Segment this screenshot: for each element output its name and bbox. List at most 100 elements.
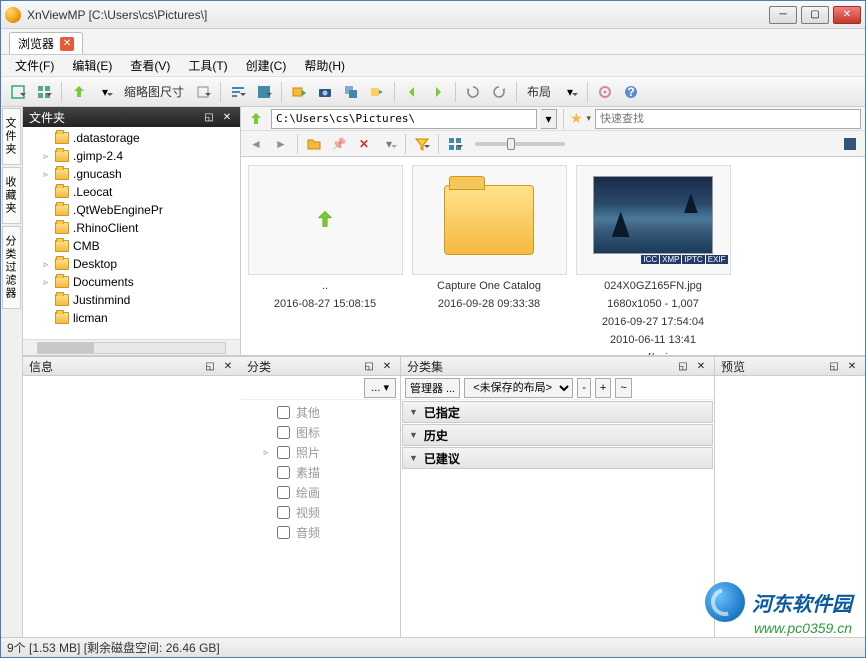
panel-close-icon[interactable]: ✕ xyxy=(845,359,859,373)
panel-close-icon[interactable]: ✕ xyxy=(694,359,708,373)
thumbnail-grid[interactable]: ..2016-08-27 15:08:15Capture One Catalog… xyxy=(241,157,865,355)
tree-item[interactable]: CMB xyxy=(23,237,240,255)
expand-icon[interactable] xyxy=(41,223,51,233)
expand-icon[interactable] xyxy=(261,527,271,537)
tab-close-icon[interactable]: ✕ xyxy=(60,37,74,51)
tree-item[interactable]: ▹.gnucash xyxy=(23,165,240,183)
filter-funnel-button[interactable] xyxy=(411,133,433,155)
panel-float-icon[interactable]: ◱ xyxy=(202,110,216,124)
filter-button[interactable] xyxy=(253,81,275,103)
favorite-dd-icon[interactable]: ▾ xyxy=(587,113,592,124)
tree-item[interactable]: ▹Desktop xyxy=(23,255,240,273)
pin-button[interactable]: 📌 xyxy=(328,133,350,155)
tree-item[interactable]: .RhinoClient xyxy=(23,219,240,237)
tree-item[interactable]: licman xyxy=(23,309,240,327)
category-item[interactable]: ▹照片 xyxy=(241,442,400,462)
close-button[interactable]: ✕ xyxy=(833,6,861,24)
layout-combo[interactable]: <未保存的布局> xyxy=(464,378,573,398)
convert-button[interactable] xyxy=(366,81,388,103)
delete-dd[interactable]: ▾ xyxy=(378,133,400,155)
manager-button[interactable]: 管理器 ... xyxy=(405,378,460,398)
address-input[interactable] xyxy=(271,109,537,129)
expand-icon[interactable] xyxy=(41,313,51,323)
expand-icon[interactable]: ▹ xyxy=(41,277,51,288)
minus-button[interactable]: - xyxy=(577,378,591,398)
expand-icon[interactable] xyxy=(41,133,51,143)
acquire-button[interactable] xyxy=(314,81,336,103)
category-checkbox[interactable] xyxy=(277,506,290,519)
thumb-view-dd[interactable] xyxy=(444,133,466,155)
expand-icon[interactable] xyxy=(261,507,271,517)
category-item[interactable]: 音频 xyxy=(241,522,400,542)
expand-icon[interactable] xyxy=(261,467,271,477)
address-history-dd[interactable]: ▾ xyxy=(541,109,557,129)
panel-float-icon[interactable]: ◱ xyxy=(203,359,217,373)
panel-close-icon[interactable]: ✕ xyxy=(380,359,394,373)
menu-tools[interactable]: 工具(T) xyxy=(180,55,235,76)
menu-create[interactable]: 创建(C) xyxy=(238,55,295,76)
category-checkbox[interactable] xyxy=(277,446,290,459)
nav-back-button[interactable] xyxy=(401,81,423,103)
accordion-header[interactable]: ▼已指定 xyxy=(402,401,713,423)
expand-icon[interactable]: ▹ xyxy=(41,169,51,180)
expand-icon[interactable] xyxy=(41,295,51,305)
hist-back-button[interactable]: ◄ xyxy=(245,133,267,155)
tab-browser[interactable]: 浏览器 ✕ xyxy=(9,32,83,54)
menu-edit[interactable]: 编辑(E) xyxy=(64,55,120,76)
view-mode-button[interactable] xyxy=(33,81,55,103)
category-item[interactable]: 视频 xyxy=(241,502,400,522)
size-preset-button[interactable] xyxy=(192,81,214,103)
panel-float-icon[interactable]: ◱ xyxy=(827,359,841,373)
category-checkbox[interactable] xyxy=(277,466,290,479)
toggle-panel-button[interactable] xyxy=(839,133,861,155)
expand-icon[interactable] xyxy=(261,487,271,497)
rotate-cw-button[interactable] xyxy=(488,81,510,103)
tree-item[interactable]: .datastorage xyxy=(23,129,240,147)
panel-close-icon[interactable]: ✕ xyxy=(220,110,234,124)
category-checkbox[interactable] xyxy=(277,486,290,499)
vtab-filters[interactable]: 分类过滤器 xyxy=(2,226,21,309)
tree-item[interactable]: ▹.gimp-2.4 xyxy=(23,147,240,165)
expand-icon[interactable]: ▹ xyxy=(41,259,51,270)
category-item[interactable]: 图标 xyxy=(241,422,400,442)
category-checkbox[interactable] xyxy=(277,526,290,539)
tree-item[interactable]: Justinmind xyxy=(23,291,240,309)
expand-icon[interactable]: ▹ xyxy=(261,447,271,458)
tree-item[interactable]: ▹Documents xyxy=(23,273,240,291)
minimize-button[interactable]: ─ xyxy=(769,6,797,24)
delete-button[interactable]: ✕ xyxy=(353,133,375,155)
tilde-button[interactable]: ~ xyxy=(615,378,631,398)
favorite-icon[interactable]: ★ xyxy=(570,110,583,127)
hist-fwd-button[interactable]: ► xyxy=(270,133,292,155)
plus-button[interactable]: + xyxy=(595,378,611,398)
expand-icon[interactable]: ▹ xyxy=(41,151,51,162)
up-button[interactable] xyxy=(68,81,90,103)
panel-float-icon[interactable]: ◱ xyxy=(362,359,376,373)
thumb-cell[interactable]: Capture One Catalog2016-09-28 09:33:38 xyxy=(409,161,569,315)
panel-close-icon[interactable]: ✕ xyxy=(221,359,235,373)
category-checkbox[interactable] xyxy=(277,406,290,419)
quicksearch-input[interactable] xyxy=(595,109,861,129)
vtab-folders[interactable]: 文件夹 xyxy=(2,108,21,165)
tree-item[interactable]: .QtWebEnginePr xyxy=(23,201,240,219)
thumb-size-slider[interactable] xyxy=(475,142,565,146)
help-button[interactable]: ? xyxy=(620,81,642,103)
thumb-cell[interactable]: ICCXMPIPTCEXIF024X0GZ165FN.jpg1680x1050 … xyxy=(573,161,733,355)
category-item[interactable]: 其他 xyxy=(241,402,400,422)
maximize-button[interactable]: ▢ xyxy=(801,6,829,24)
tree-hscrollbar[interactable] xyxy=(23,339,240,355)
category-list[interactable]: 其他 图标▹照片 素描 绘画 视频 音频 xyxy=(241,400,400,637)
category-item[interactable]: 绘画 xyxy=(241,482,400,502)
rotate-ccw-button[interactable] xyxy=(462,81,484,103)
folder-tree[interactable]: .datastorage▹.gimp-2.4▹.gnucash .Leocat … xyxy=(23,127,240,339)
thumb-size-dd[interactable]: ▾ xyxy=(94,81,116,103)
nav-forward-button[interactable] xyxy=(427,81,449,103)
expand-icon[interactable] xyxy=(41,187,51,197)
expand-icon[interactable] xyxy=(41,241,51,251)
category-menu-button[interactable]: ... ▾ xyxy=(364,378,396,398)
thumb-cell[interactable]: ..2016-08-27 15:08:15 xyxy=(245,161,405,315)
batch-button[interactable] xyxy=(340,81,362,103)
open-folder-button[interactable] xyxy=(303,133,325,155)
menu-view[interactable]: 查看(V) xyxy=(122,55,178,76)
accordion-header[interactable]: ▼已建议 xyxy=(402,447,713,469)
